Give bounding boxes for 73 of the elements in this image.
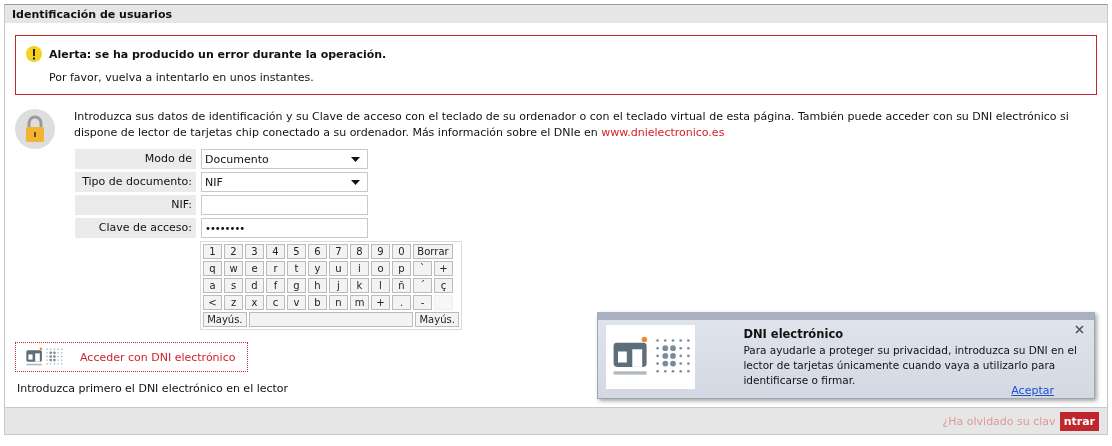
key[interactable]: Mayús. xyxy=(415,312,459,327)
key[interactable]: 6 xyxy=(308,244,327,259)
key[interactable]: < xyxy=(203,295,222,310)
key[interactable]: o xyxy=(371,261,390,276)
key[interactable]: m xyxy=(350,295,369,310)
key[interactable]: j xyxy=(329,278,348,293)
close-icon[interactable] xyxy=(1075,325,1084,334)
key[interactable]: Mayús. xyxy=(203,312,247,327)
key[interactable]: c xyxy=(266,295,285,310)
key[interactable]: 9 xyxy=(371,244,390,259)
password-field[interactable]: •••••••• xyxy=(201,218,368,238)
alert-title: Alerta: se ha producido un error durante la operación. xyxy=(49,47,387,61)
field-label: Tipo de documento: xyxy=(75,172,196,192)
key[interactable]: ` xyxy=(413,261,432,276)
dropdown[interactable]: NIF xyxy=(201,172,368,192)
key[interactable]: y xyxy=(308,261,327,276)
panel-title: Identificación de usuarios xyxy=(5,5,1107,23)
key[interactable]: g xyxy=(287,278,306,293)
key[interactable]: k xyxy=(350,278,369,293)
key[interactable]: t xyxy=(287,261,306,276)
key[interactable]: 1 xyxy=(203,244,222,259)
key[interactable]: ´ xyxy=(413,278,432,293)
popup-title: DNI electrónico xyxy=(743,327,844,341)
field-label: Clave de acceso: xyxy=(75,218,196,238)
input-field[interactable] xyxy=(201,195,368,215)
key[interactable]: . xyxy=(392,295,411,310)
key[interactable]: 3 xyxy=(245,244,264,259)
key[interactable]: a xyxy=(203,278,222,293)
key[interactable]: h xyxy=(308,278,327,293)
key[interactable]: z xyxy=(224,295,243,310)
key[interactable]: 4 xyxy=(266,244,285,259)
key[interactable]: d xyxy=(245,278,264,293)
caret-icon xyxy=(351,179,360,185)
caret-icon xyxy=(351,156,360,162)
key[interactable]: ç xyxy=(434,278,453,293)
key[interactable]: + xyxy=(434,261,453,276)
instructions-text: Introduzca sus datos de identificación y su Clave de acceso con el teclado de su ordenador o con el teclado virtual de esta página. También puede acceder con su DNI electrónico si dispone de lector de tarjetas chip conectado a su ordenador. Más información sobre el DNIe en www.dnielectronico.es xyxy=(74,109,1070,141)
key[interactable]: s xyxy=(224,278,243,293)
dropdown[interactable]: Documento xyxy=(201,149,368,169)
key[interactable]: l xyxy=(371,278,390,293)
alert-message: Por favor, vuelva a intentarlo en unos instantes. xyxy=(49,71,315,84)
space-key[interactable] xyxy=(248,312,414,327)
key[interactable]: + xyxy=(371,295,390,310)
key[interactable]: 0 xyxy=(392,244,411,259)
key[interactable]: x xyxy=(245,295,264,310)
key[interactable]: 7 xyxy=(329,244,348,259)
key[interactable]: 8 xyxy=(350,244,369,259)
field-label: NIF: xyxy=(75,195,196,215)
key[interactable]: r xyxy=(266,261,285,276)
popup-message: Para ayudarle a proteger su privacidad, introduzca su DNI en el lector de tarjetas únicamente cuando vaya a utilizarlo para identificarse o firmar. xyxy=(743,343,1078,386)
key[interactable]: q xyxy=(203,261,222,276)
key[interactable]: p xyxy=(392,261,411,276)
key[interactable]: i xyxy=(350,261,369,276)
key[interactable]: b xyxy=(308,295,327,310)
accept-link[interactable]: Aceptar xyxy=(1011,384,1054,397)
padlock-icon xyxy=(15,109,55,149)
key[interactable]: w xyxy=(224,261,243,276)
dni-login-button[interactable]: Acceder con DNI electrónico xyxy=(15,342,249,372)
hint-text: Introduzca primero el DNI electrónico en el lector xyxy=(17,382,289,395)
key[interactable]: 2 xyxy=(224,244,243,259)
key[interactable]: n xyxy=(329,295,348,310)
key[interactable]: f xyxy=(266,278,285,293)
key[interactable]: 5 xyxy=(287,244,306,259)
key[interactable]: v xyxy=(287,295,306,310)
key[interactable]: u xyxy=(329,261,348,276)
enter-button[interactable]: ntrar xyxy=(1059,411,1099,431)
field-label: Modo de xyxy=(75,149,196,169)
key[interactable]: ñ xyxy=(392,278,411,293)
key[interactable]: Borrar xyxy=(413,244,453,259)
warning-icon xyxy=(26,46,42,62)
key[interactable]: e xyxy=(245,261,264,276)
key[interactable]: - xyxy=(413,295,432,310)
website-link[interactable]: www.dnielectronico.es xyxy=(601,126,725,139)
